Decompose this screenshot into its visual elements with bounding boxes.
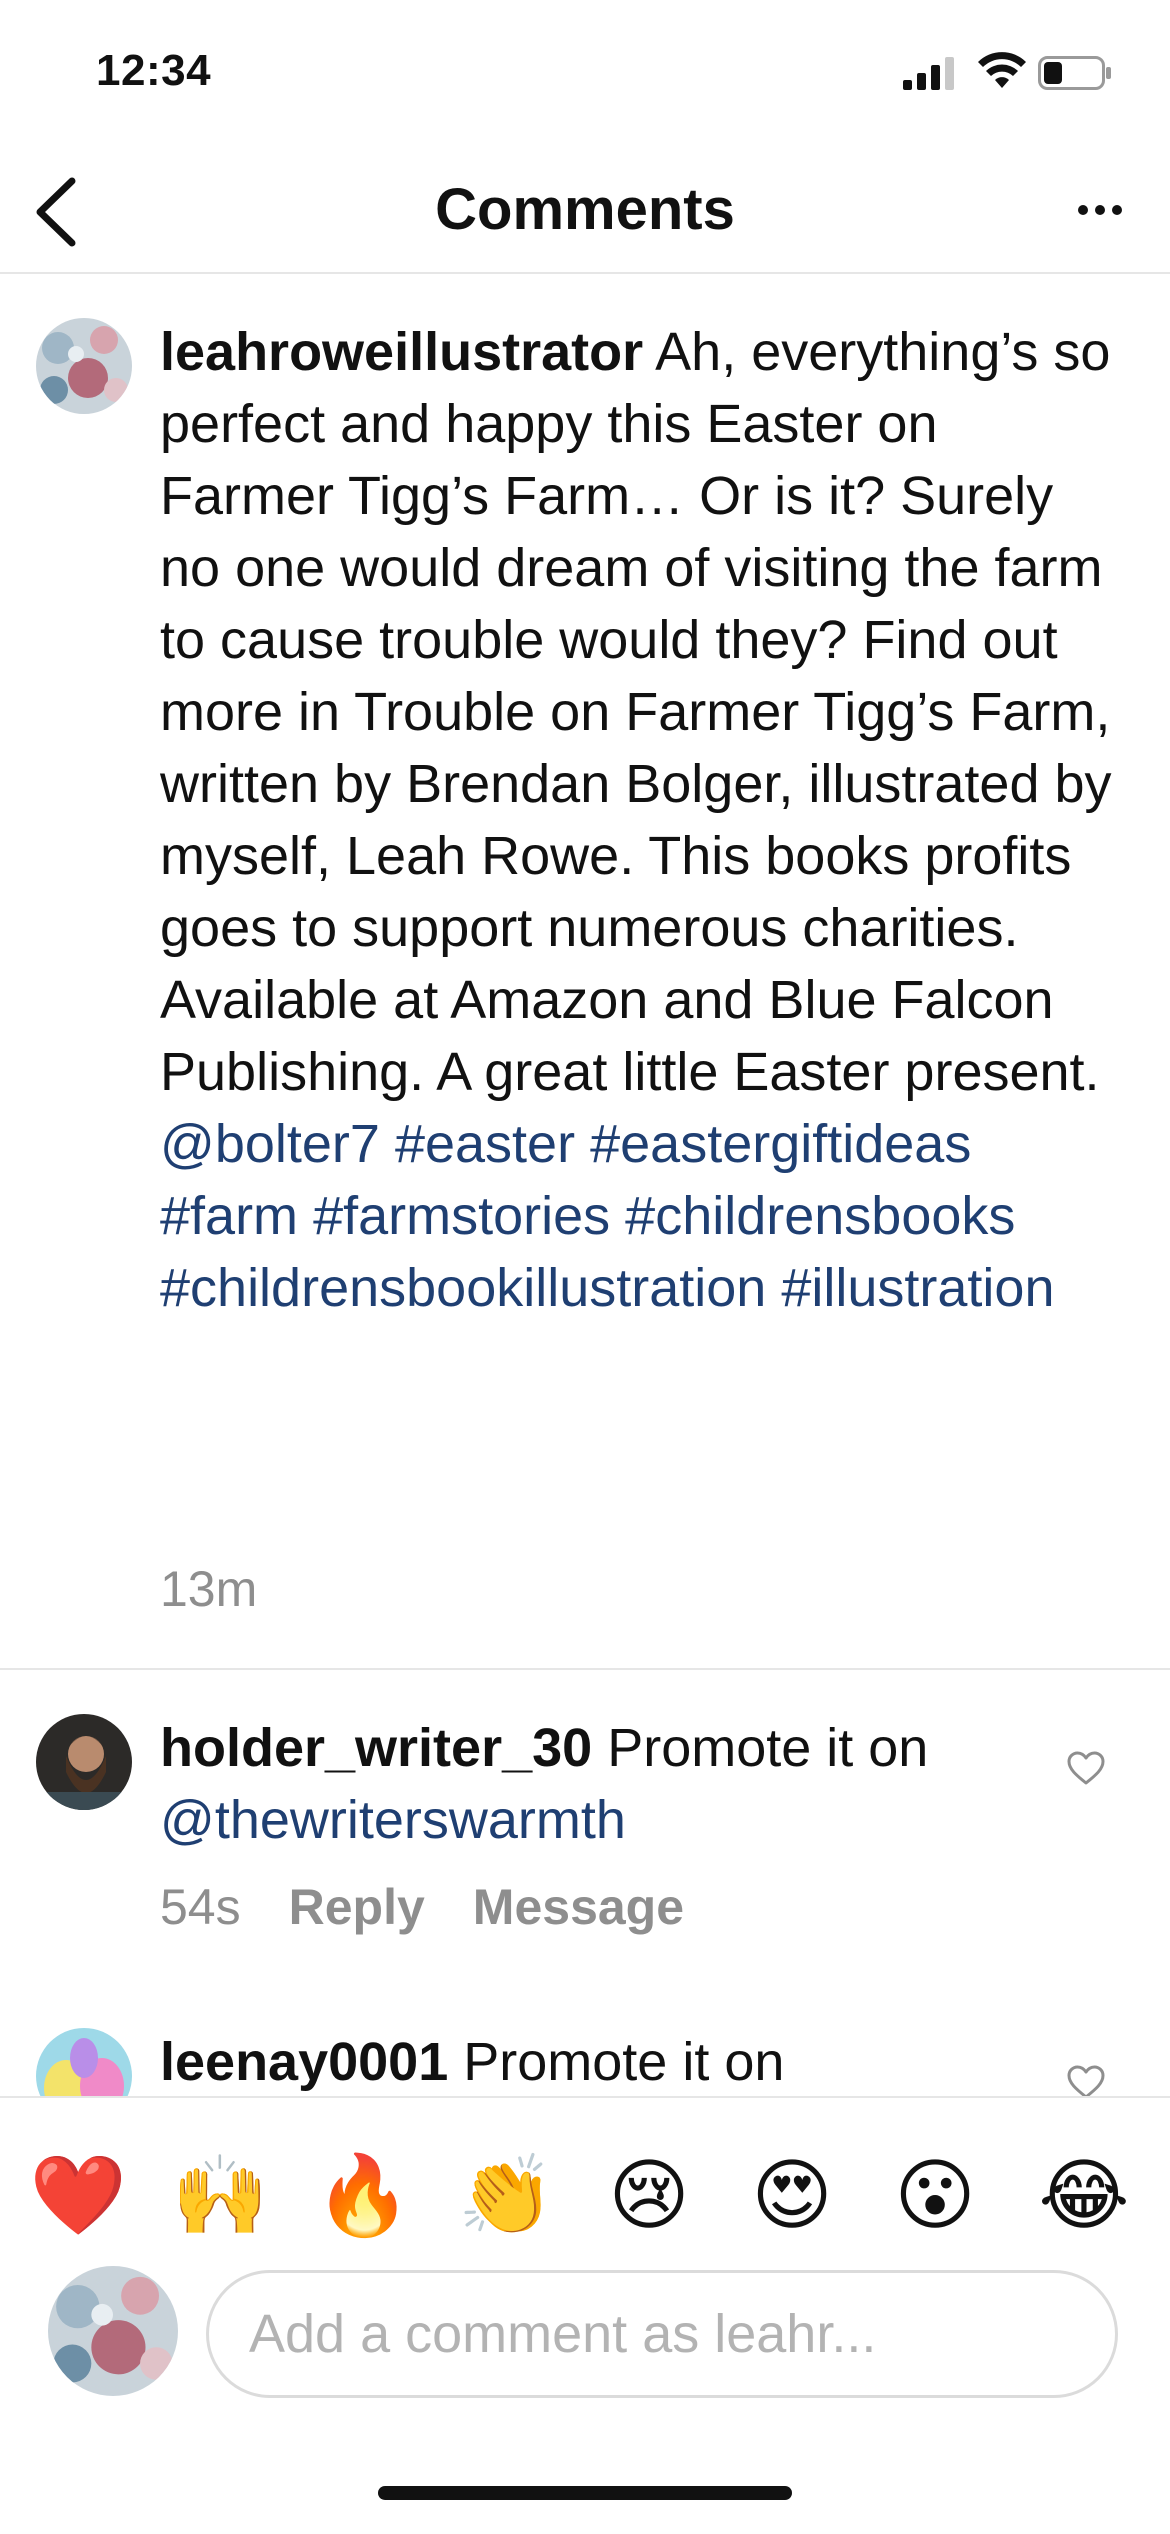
emoji-raising-hands[interactable]: 🙌 xyxy=(170,2146,270,2246)
emoji-tears-of-joy[interactable]: 😂 xyxy=(1034,2146,1134,2246)
status-bar: 12:34 xyxy=(0,0,1170,150)
post-author-avatar[interactable] xyxy=(36,318,132,414)
battery-icon xyxy=(1038,56,1111,90)
post-caption: leahroweillustrator Ah, everything’s so … xyxy=(160,316,1120,1324)
avatar-image xyxy=(36,318,132,414)
hashtag-link[interactable]: #farmstories xyxy=(313,1186,610,1246)
comment-mention-link[interactable]: @thewriterswarmth xyxy=(160,1790,626,1850)
page-title: Comments xyxy=(435,177,735,242)
emoji-red-heart[interactable]: ❤️ xyxy=(28,2146,128,2246)
avatar-image xyxy=(36,1714,132,1810)
comment-body: leenay0001 Promote it on xyxy=(160,2026,1020,2098)
more-horizontal-icon xyxy=(1078,205,1122,215)
comment-timestamp: 54s xyxy=(160,1879,241,1935)
post-timestamp: 13m xyxy=(160,1561,258,1617)
post-mention-link[interactable]: @bolter7 xyxy=(160,1114,380,1174)
hashtag-link[interactable]: #childrensbooks xyxy=(625,1186,1015,1246)
emoji-fire[interactable]: 🔥 xyxy=(313,2146,413,2246)
comment-input[interactable] xyxy=(209,2273,1115,2395)
home-indicator[interactable] xyxy=(378,2486,792,2500)
emoji-surprised-face[interactable]: 😮 xyxy=(885,2146,985,2246)
like-comment-heart-icon[interactable] xyxy=(1066,1750,1106,1786)
comment-username[interactable]: holder_writer_30 xyxy=(160,1718,592,1778)
current-user-avatar xyxy=(48,2266,178,2396)
comment-meta: 54s Reply Message xyxy=(160,1878,732,1936)
commenter-avatar[interactable] xyxy=(36,1714,132,1810)
emoji-heart-eyes[interactable]: 😍 xyxy=(742,2146,842,2246)
header-bar: Comments xyxy=(0,150,1170,274)
post-meta: 13m xyxy=(160,1560,305,1618)
wifi-icon xyxy=(978,52,1026,88)
message-button[interactable]: Message xyxy=(473,1879,684,1935)
hashtag-link[interactable]: #childrensbookillustration xyxy=(160,1258,766,1318)
post-username[interactable]: leahroweillustrator xyxy=(160,322,643,382)
hashtag-link[interactable]: #farm xyxy=(160,1186,298,1246)
add-comment-field[interactable] xyxy=(206,2270,1118,2398)
post-caption-text: Ah, everything’s so perfect and happy th… xyxy=(160,322,1112,1102)
caption-divider xyxy=(0,1668,1170,1670)
emoji-quick-bar: ❤️ 🙌 🔥 👏 😢 😍 😮 😂 xyxy=(0,2146,1170,2246)
emoji-clapping-hands[interactable]: 👏 xyxy=(456,2146,556,2246)
comment-text: Promote it on xyxy=(592,1718,929,1778)
hashtag-link[interactable]: #illustration xyxy=(781,1258,1054,1318)
reply-button[interactable]: Reply xyxy=(289,1879,425,1935)
cellular-signal-icon xyxy=(903,57,954,90)
comment-username[interactable]: leenay0001 xyxy=(160,2032,448,2092)
more-options-button[interactable] xyxy=(1060,180,1140,240)
hashtag-link[interactable]: #eastergiftideas xyxy=(590,1114,971,1174)
status-time: 12:34 xyxy=(96,46,212,95)
like-comment-heart-icon[interactable] xyxy=(1066,2064,1106,2100)
comment-text: Promote it on xyxy=(448,2032,785,2092)
hashtag-link[interactable]: #easter xyxy=(395,1114,575,1174)
emoji-crying-face[interactable]: 😢 xyxy=(599,2146,699,2246)
avatar-image xyxy=(48,2266,178,2396)
comment-body: holder_writer_30 Promote it on @thewrite… xyxy=(160,1712,1020,1856)
